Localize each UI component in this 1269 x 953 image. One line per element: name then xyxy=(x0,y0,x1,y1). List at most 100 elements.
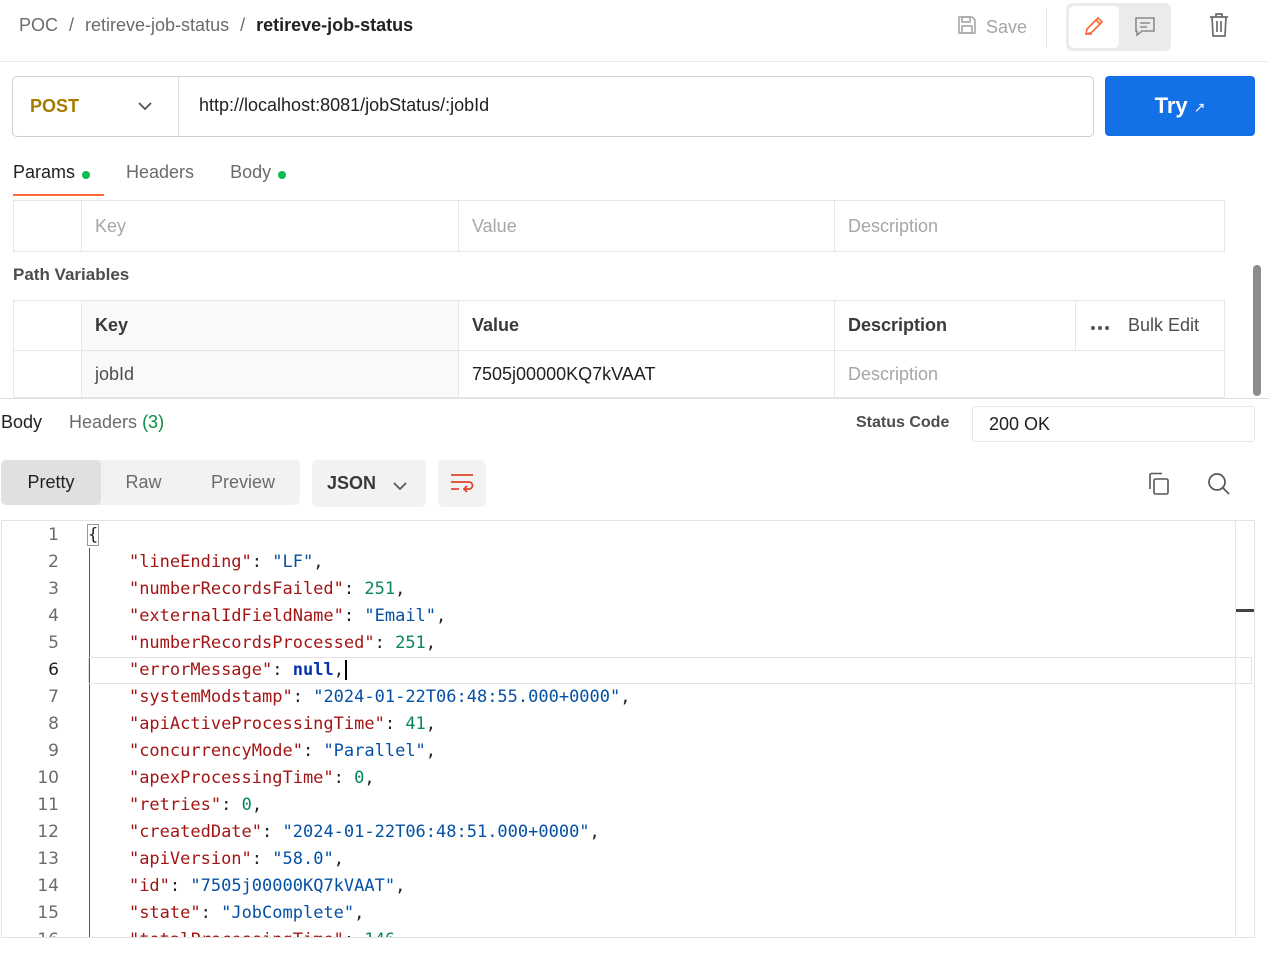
mode-toggle xyxy=(1066,3,1171,51)
request-pane-scrollbar[interactable] xyxy=(1253,265,1261,396)
line-number: 6 xyxy=(48,660,59,680)
code-text: { xyxy=(86,524,100,546)
chevron-down-icon xyxy=(137,99,153,116)
view-preview-button[interactable]: Preview xyxy=(186,460,300,505)
url-input[interactable]: http://localhost:8081/jobStatus/:jobId xyxy=(199,95,489,116)
path-variable-key: jobId xyxy=(81,350,459,398)
code-text: "apiVersion": "58.0", xyxy=(128,849,344,869)
code-line: 15 "state": "JobComplete", xyxy=(2,900,1234,927)
line-number: 9 xyxy=(48,741,59,761)
breadcrumb-item-workspace[interactable]: POC xyxy=(19,15,58,35)
code-text: "apexProcessingTime": 0, xyxy=(128,768,375,788)
code-text: "totalProcessingTime": 146, xyxy=(88,927,405,937)
status-code-value: 200 OK xyxy=(972,406,1255,442)
view-pretty-button[interactable]: Pretty xyxy=(1,460,101,505)
code-line: 16 "totalProcessingTime": 146, xyxy=(2,927,1234,937)
tab-params-label: Params xyxy=(13,162,76,182)
line-number: 16 xyxy=(2,927,59,937)
response-tab-headers[interactable]: Headers (3) xyxy=(69,412,164,433)
breadcrumb-current-request[interactable]: retireve-job-status xyxy=(256,15,413,35)
edit-mode-button[interactable] xyxy=(1069,6,1119,48)
request-url-bar: POST http://localhost:8081/jobStatus/:jo… xyxy=(12,76,1094,137)
response-headers-count: (3) xyxy=(142,412,165,432)
pencil-icon xyxy=(1082,14,1106,41)
search-icon xyxy=(1206,473,1232,501)
tab-params[interactable]: Params xyxy=(13,160,105,196)
tab-body[interactable]: Body xyxy=(230,160,287,196)
code-text: "state": "JobComplete", xyxy=(128,903,365,923)
line-number: 14 xyxy=(37,876,59,896)
code-text: "id": "7505j00000KQ7kVAAT", xyxy=(128,876,406,896)
header-blank-cell xyxy=(13,300,82,351)
query-value-input[interactable]: Value xyxy=(458,200,835,252)
code-text: "retries": 0, xyxy=(128,795,263,815)
bulk-edit-button[interactable]: Bulk Edit xyxy=(1128,315,1199,336)
code-line: 8 "apiActiveProcessingTime": 41, xyxy=(2,711,1234,738)
column-header-description: Description xyxy=(834,300,1076,351)
response-tab-body[interactable]: Body xyxy=(1,412,42,433)
query-key-input[interactable]: Key xyxy=(81,200,459,252)
code-text: "systemModstamp": "2024-01-22T06:48:55.0… xyxy=(128,687,631,707)
path-variables-title: Path Variables xyxy=(13,265,130,284)
code-text: "apiActiveProcessingTime": 41, xyxy=(128,714,437,734)
format-select[interactable]: JSON xyxy=(312,460,426,507)
line-number: 11 xyxy=(37,795,59,815)
wrap-lines-button[interactable] xyxy=(438,460,486,507)
comment-mode-button[interactable] xyxy=(1122,6,1168,48)
response-body-editor[interactable]: 1 {2 "lineEnding": "LF", 3 "numberRecordsF… xyxy=(1,520,1255,938)
query-description-input[interactable]: Description xyxy=(834,200,1225,252)
code-text: "createdDate": "2024-01-22T06:48:51.000+… xyxy=(128,822,600,842)
response-tab-headers-label: Headers xyxy=(69,412,138,432)
editor-scrollbar-marker xyxy=(1236,609,1254,612)
more-horizontal-icon[interactable] xyxy=(1090,315,1110,336)
code-line: 14 "id": "7505j00000KQ7kVAAT", xyxy=(2,873,1234,900)
code-line: 12 "createdDate": "2024-01-22T06:48:51.0… xyxy=(2,819,1234,846)
delete-button[interactable] xyxy=(1204,10,1234,42)
pane-splitter[interactable] xyxy=(0,398,1269,399)
code-line: 2 "lineEnding": "LF", xyxy=(2,549,1234,576)
breadcrumb-separator: / xyxy=(240,15,246,35)
method-select[interactable]: POST xyxy=(13,77,179,136)
breadcrumb-item-folder[interactable]: retireve-job-status xyxy=(85,15,229,35)
try-button[interactable]: Try ↗ xyxy=(1105,76,1255,136)
path-variable-description-input[interactable]: Description xyxy=(834,350,1225,398)
save-button[interactable]: Save xyxy=(956,12,1027,42)
code-line: 3 "numberRecordsFailed": 251, xyxy=(2,576,1234,603)
bulk-edit-cell: Bulk Edit xyxy=(1075,300,1225,351)
copy-icon xyxy=(1146,472,1172,501)
save-icon xyxy=(956,14,978,41)
code-text: "numberRecordsProcessed": 251, xyxy=(128,633,437,653)
search-button[interactable] xyxy=(1206,470,1232,498)
comment-icon xyxy=(1133,14,1157,41)
tab-headers[interactable]: Headers xyxy=(126,160,194,196)
line-number: 4 xyxy=(48,606,59,626)
editor-scrollbar-track[interactable] xyxy=(1235,521,1236,937)
code-line: 10 "apexProcessingTime": 0, xyxy=(2,765,1234,792)
line-number: 10 xyxy=(37,768,59,788)
tab-headers-label: Headers xyxy=(126,162,195,182)
wrap-lines-icon xyxy=(449,471,475,496)
status-code-label: Status Code xyxy=(856,414,950,431)
line-number: 13 xyxy=(37,849,59,869)
path-variable-value-input[interactable]: 7505j00000KQ7kVAAT xyxy=(458,350,835,398)
breadcrumb: POC / retireve-job-status / retireve-job-sta… xyxy=(19,15,413,36)
params-indicator-dot xyxy=(82,171,91,179)
line-number: 1 xyxy=(48,525,59,545)
code-text: "numberRecordsFailed": 251, xyxy=(128,579,406,599)
code-text: "externalIdFieldName": "Email", xyxy=(128,606,447,626)
toolbar-divider xyxy=(1046,8,1047,48)
line-number: 8 xyxy=(48,714,59,734)
request-tabs: Params Headers Body xyxy=(13,160,322,200)
code-line: 11 "retries": 0, xyxy=(2,792,1234,819)
code-line: 5 "numberRecordsProcessed": 251, xyxy=(2,630,1234,657)
code-line: 4 "externalIdFieldName": "Email", xyxy=(2,603,1234,630)
line-number: 15 xyxy=(37,903,59,923)
body-indicator-dot xyxy=(278,171,287,179)
row-checkbox-cell xyxy=(13,350,82,398)
try-label: Try xyxy=(1154,93,1188,118)
line-number: 5 xyxy=(48,633,59,653)
copy-button[interactable] xyxy=(1146,470,1172,498)
view-raw-button[interactable]: Raw xyxy=(101,460,186,505)
code-text: "lineEnding": "LF", xyxy=(128,552,324,572)
code-line: 7 "systemModstamp": "2024-01-22T06:48:55… xyxy=(2,684,1234,711)
